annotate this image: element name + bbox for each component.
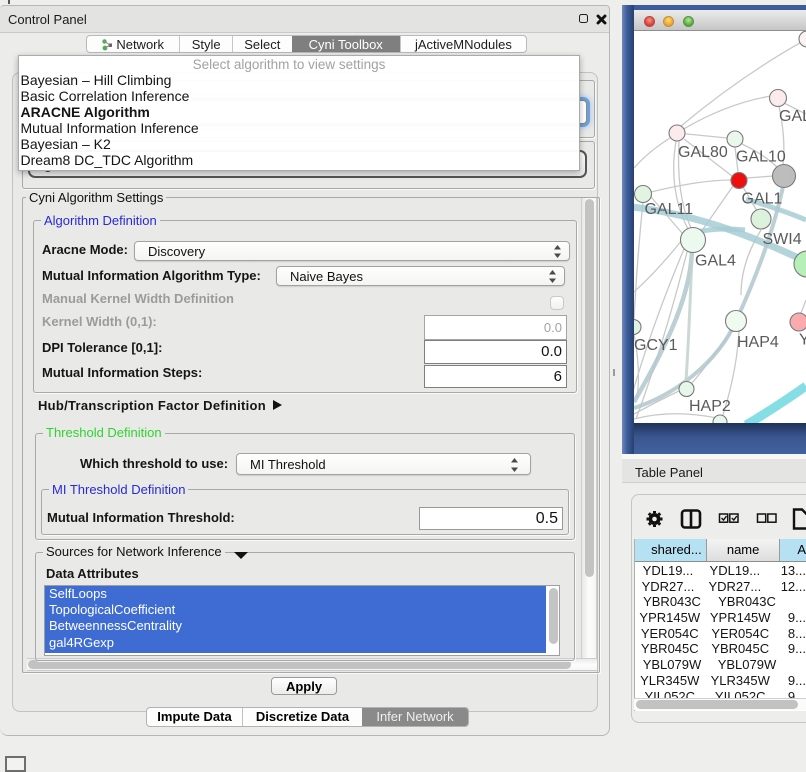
svg-text:GAL1: GAL1 bbox=[742, 191, 783, 208]
svg-text:GAL11: GAL11 bbox=[645, 201, 694, 218]
svg-text:GAL80: GAL80 bbox=[678, 144, 728, 161]
svg-text:HAP2: HAP2 bbox=[689, 398, 731, 415]
svg-text:GAL10: GAL10 bbox=[736, 149, 786, 166]
svg-text:HAP4: HAP4 bbox=[737, 334, 779, 351]
svg-text:YMR: YMR bbox=[799, 332, 806, 349]
svg-text:GAL2: GAL2 bbox=[779, 108, 806, 125]
svg-text:SWI4: SWI4 bbox=[763, 231, 802, 248]
svg-text:GCY1: GCY1 bbox=[634, 337, 678, 354]
svg-text:GAL4: GAL4 bbox=[695, 253, 736, 270]
